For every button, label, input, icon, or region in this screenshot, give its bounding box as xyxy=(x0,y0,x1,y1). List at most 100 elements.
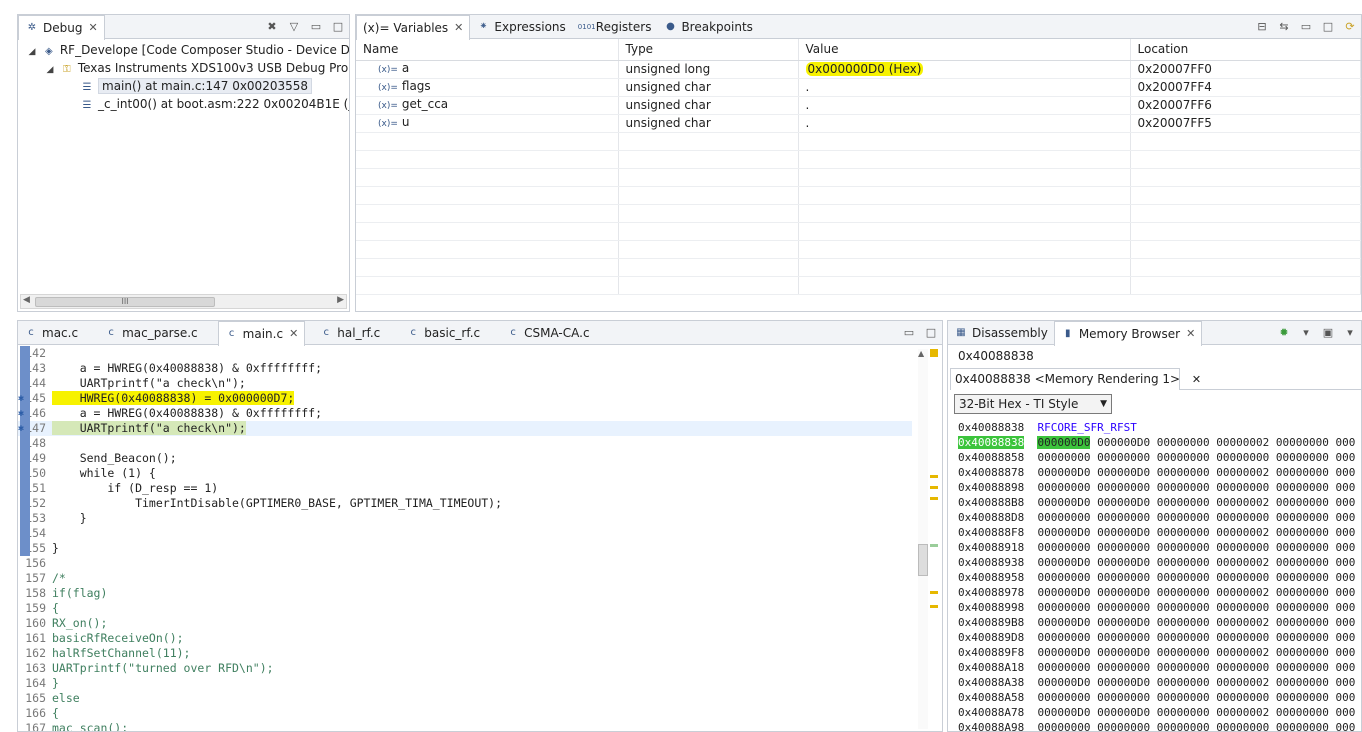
code-line[interactable]: 152 TimerIntDisable(GPTIMER0_BASE, GPTIM… xyxy=(18,496,912,511)
code-line[interactable]: 146 a = HWREG(0x40088838) & 0xffffffff; ✱ xyxy=(18,406,912,421)
memory-row[interactable]: 0x40088838 000000D0 000000D0 00000000 00… xyxy=(948,435,1361,450)
scroll-left-icon[interactable]: ◀ xyxy=(23,295,30,305)
memory-row[interactable]: 0x40088A38 000000D0 000000D0 00000000 00… xyxy=(948,675,1361,690)
scroll-right-icon[interactable]: ▶ xyxy=(337,295,344,305)
memory-value[interactable]: 00000000 xyxy=(1037,721,1090,731)
column-header-type[interactable]: Type xyxy=(618,39,799,61)
code-line[interactable]: 162 halRfSetChannel(11); xyxy=(18,646,912,661)
memory-value[interactable]: 000000D0 xyxy=(1037,706,1090,719)
memory-row[interactable]: 0x40088A98 00000000 00000000 00000000 00… xyxy=(948,720,1361,731)
memory-value[interactable]: 000000D0 xyxy=(1037,616,1090,629)
tab-breakpoints[interactable]: ● Breakpoints xyxy=(657,15,758,39)
code-line[interactable]: 150 while (1) { xyxy=(18,466,912,481)
code-line[interactable]: 163 UARTprintf("turned over RFD\n"); xyxy=(18,661,912,676)
memory-value[interactable]: 00000000 xyxy=(1037,541,1090,554)
memory-value[interactable]: 000000D0 xyxy=(1037,586,1090,599)
tab-variables[interactable]: (x)= Variables ✕ xyxy=(356,14,471,40)
view-menu-icon[interactable]: ▽ xyxy=(286,19,302,35)
code-line[interactable]: 166 { xyxy=(18,706,912,721)
variable-value-cell[interactable]: 0x000000D0 (Hex) xyxy=(798,60,1131,79)
memory-row[interactable]: 0x40088858 00000000 00000000 00000000 00… xyxy=(948,450,1361,465)
tab-expressions[interactable]: ⁕ Expressions xyxy=(470,15,571,39)
memory-value[interactable]: 000000D0 xyxy=(1037,676,1090,689)
memory-rows[interactable]: 0x40088838 RFCORE_SFR_RFST 0x40088838 00… xyxy=(948,420,1361,731)
memory-value[interactable]: 00000000 xyxy=(1037,631,1090,644)
variable-value[interactable]: . xyxy=(798,114,1131,133)
memory-value[interactable]: 00000000 xyxy=(1037,571,1090,584)
tab-disassembly[interactable]: ▦ Disassembly xyxy=(948,321,1054,345)
remove-launches-icon[interactable]: ✖ xyxy=(264,19,280,35)
tab-debug[interactable]: ✲ Debug ✕ xyxy=(18,14,105,40)
variable-value[interactable]: . xyxy=(798,78,1131,97)
collapse-arrow-icon[interactable]: ◢ xyxy=(26,43,38,59)
minimize-icon[interactable]: ▭ xyxy=(308,19,324,35)
code-line[interactable]: 154 xyxy=(18,526,912,541)
tab-hal-rf-c[interactable]: c hal_rf.c xyxy=(313,321,386,345)
memory-value[interactable]: 00000000 xyxy=(1037,601,1090,614)
tab-csma-ca-c[interactable]: c CSMA-CA.c xyxy=(500,321,595,345)
code-line[interactable]: 143 a = HWREG(0x40088838) & 0xffffffff; xyxy=(18,361,912,376)
close-icon[interactable]: ✕ xyxy=(454,21,463,34)
memory-row[interactable]: 0x40088938 000000D0 000000D0 00000000 00… xyxy=(948,555,1361,570)
memory-value[interactable]: 000000D0 xyxy=(1037,556,1090,569)
memory-value[interactable]: 00000000 xyxy=(1037,451,1090,464)
table-row[interactable]: (x)= a unsigned long 0x000000D0 (Hex) 0x2… xyxy=(356,60,1361,79)
table-row[interactable]: (x)= get_cca unsigned char . 0x20007FF6 xyxy=(356,96,1361,115)
memory-value[interactable]: 000000D0 xyxy=(1037,646,1090,659)
memory-row[interactable]: 0x40088A58 00000000 00000000 00000000 00… xyxy=(948,690,1361,705)
breakpoint-icon[interactable]: ✱ xyxy=(18,421,24,436)
memory-row[interactable]: 0x40088A78 000000D0 000000D0 00000000 00… xyxy=(948,705,1361,720)
code-line[interactable]: 160 RX_on(); xyxy=(18,616,912,631)
maximize-icon[interactable]: □ xyxy=(1320,19,1336,35)
tab-basic-rf-c[interactable]: c basic_rf.c xyxy=(400,321,486,345)
memory-value[interactable]: 00000000 xyxy=(1037,481,1090,494)
tree-node-session[interactable]: ◢ ◈ RF_Develope [Code Composer Studio - D… xyxy=(22,41,349,59)
close-icon[interactable]: ✕ xyxy=(1192,373,1201,386)
dropdown-icon[interactable]: ▾ xyxy=(1298,325,1314,341)
tab-mac-parse-c[interactable]: c mac_parse.c xyxy=(98,321,204,345)
tab-registers[interactable]: 0101 Registers xyxy=(572,15,658,39)
code-line[interactable]: 158 if(flag) xyxy=(18,586,912,601)
maximize-icon[interactable]: □ xyxy=(330,19,346,35)
memory-row[interactable]: 0x40088978 000000D0 000000D0 00000000 00… xyxy=(948,585,1361,600)
close-icon[interactable]: ✕ xyxy=(88,21,97,34)
code-line[interactable]: 148 xyxy=(18,436,912,451)
memory-row[interactable]: 0x40088998 00000000 00000000 00000000 00… xyxy=(948,600,1361,615)
memory-row[interactable]: 0x400888F8 000000D0 000000D0 00000000 00… xyxy=(948,525,1361,540)
breakpoint-icon[interactable]: ✱ xyxy=(18,391,24,406)
scroll-up-icon[interactable]: ▲ xyxy=(918,349,924,358)
tree-node-frame-cint[interactable]: ☰ _c_int00() at boot.asm:222 0x00204B1E (… xyxy=(22,95,349,113)
memory-row[interactable]: 0x400889D8 00000000 00000000 00000000 00… xyxy=(948,630,1361,645)
breakpoint-icon[interactable]: ✱ xyxy=(18,406,24,421)
code-line[interactable]: 156 xyxy=(18,556,912,571)
tree-node-frame-main[interactable]: ☰ main() at main.c:147 0x00203558 xyxy=(22,77,349,95)
vertical-scrollbar[interactable]: ▲ xyxy=(918,349,928,729)
code-line[interactable]: 149 Send_Beacon(); xyxy=(18,451,912,466)
variable-value[interactable]: . xyxy=(798,96,1131,115)
code-line[interactable]: 153 } xyxy=(18,511,912,526)
minimize-icon[interactable]: ▭ xyxy=(901,325,917,341)
memory-row[interactable]: 0x40088A18 00000000 00000000 00000000 00… xyxy=(948,660,1361,675)
table-row[interactable]: (x)= flags unsigned char . 0x20007FF4 xyxy=(356,78,1361,97)
format-select[interactable]: 32-Bit Hex - TI Style ▼ xyxy=(954,394,1112,414)
code-line[interactable]: 147 UARTprintf("a check\n"); ✱ xyxy=(18,421,912,436)
code-line[interactable]: 159 { xyxy=(18,601,912,616)
memory-row[interactable]: 0x400888B8 000000D0 000000D0 00000000 00… xyxy=(948,495,1361,510)
table-row[interactable]: (x)= u unsigned char . 0x20007FF5 xyxy=(356,114,1361,133)
code-line[interactable]: 151 if (D_resp == 1) xyxy=(18,481,912,496)
code-line[interactable]: 142 xyxy=(18,346,912,361)
code-line[interactable]: 155} xyxy=(18,541,912,556)
column-header-name[interactable]: Name xyxy=(356,39,619,61)
column-header-location[interactable]: Location xyxy=(1130,39,1361,61)
memory-value[interactable]: 00000000 xyxy=(1037,691,1090,704)
collapse-arrow-icon[interactable]: ◢ xyxy=(44,61,56,77)
close-icon[interactable]: ✕ xyxy=(1186,327,1195,340)
memory-value[interactable]: 000000D0 xyxy=(1037,466,1090,479)
tab-memory-browser[interactable]: ▮ Memory Browser ✕ xyxy=(1053,321,1203,346)
memory-value[interactable]: 000000D0 xyxy=(1037,526,1090,539)
code-area[interactable]: 142 143 a = HWREG(0x40088838) & 0xfffffff… xyxy=(18,346,912,731)
memory-row[interactable]: 0x400888D8 00000000 00000000 00000000 00… xyxy=(948,510,1361,525)
address-input[interactable]: 0x40088838 xyxy=(958,346,1034,366)
code-line[interactable]: 161 basicRfReceiveOn(); xyxy=(18,631,912,646)
tab-memory-rendering[interactable]: 0x40088838 <Memory Rendering 1> ✕ xyxy=(950,368,1201,390)
